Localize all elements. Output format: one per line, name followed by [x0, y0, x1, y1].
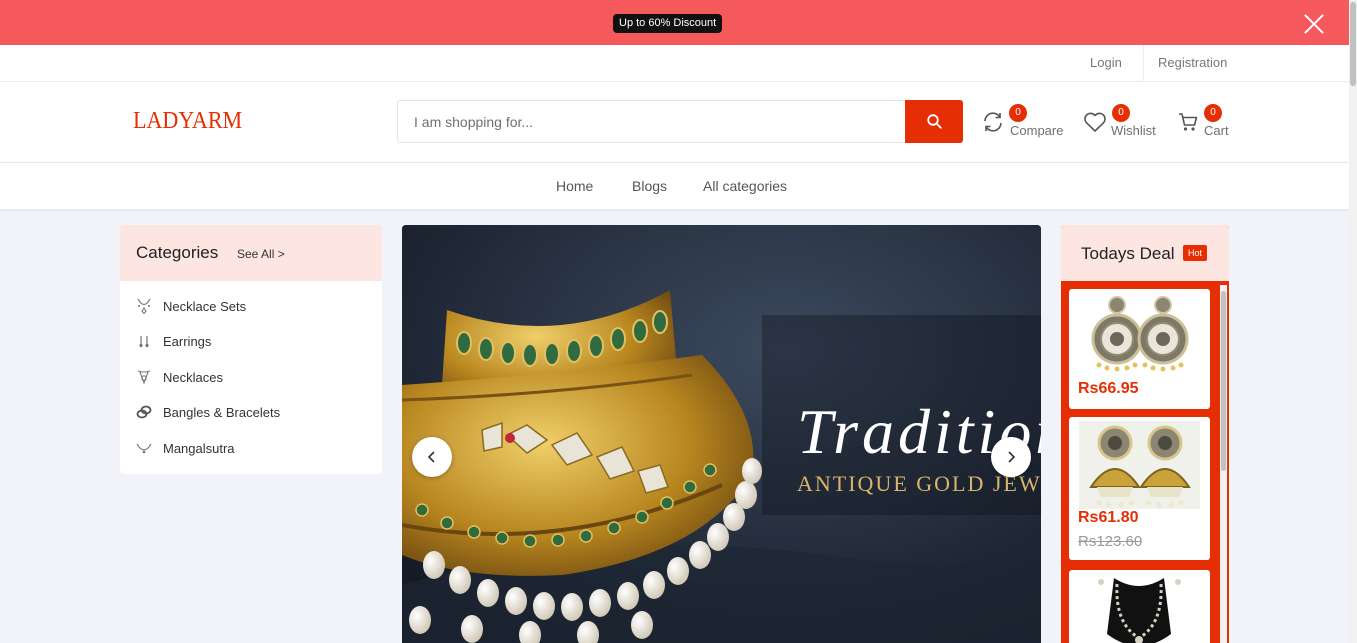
todays-deal-header: Todays Deal Hot	[1061, 225, 1229, 281]
compare-button[interactable]: 0 Compare	[982, 102, 1072, 142]
deal-scrollbar-thumb[interactable]	[1221, 291, 1226, 471]
registration-link[interactable]: Registration	[1143, 45, 1227, 81]
hero-slider[interactable]: Tradition ANTIQUE GOLD JEWELLERY	[402, 225, 1041, 643]
deal-old-price: Rs123.60	[1078, 533, 1143, 550]
product-image-jhumka-earrings	[1079, 421, 1200, 509]
site-header: LADYARM 0 Compare 0 Wishlist 0 Cart	[0, 82, 1349, 163]
cart-count-badge: 0	[1204, 104, 1222, 122]
promo-banner[interactable]: Up to 60% Discount	[0, 0, 1349, 45]
search-icon	[927, 114, 942, 129]
nav-all-categories[interactable]: All categories	[703, 163, 787, 209]
mangalsutra-icon	[136, 443, 152, 454]
compare-count-badge: 0	[1009, 104, 1027, 122]
deal-price: Rs61.80	[1078, 509, 1139, 526]
chevron-right-icon	[1008, 451, 1016, 463]
category-label: Necklace Sets	[163, 299, 247, 314]
see-all-link[interactable]: See All >	[237, 247, 285, 261]
product-image-earrings	[1079, 293, 1200, 377]
search-button[interactable]	[905, 100, 963, 143]
page-scrollbar-thumb[interactable]	[1350, 2, 1356, 86]
nav-home[interactable]: Home	[556, 163, 593, 209]
necklace-icon	[137, 370, 151, 385]
wishlist-button[interactable]: 0 Wishlist	[1083, 102, 1163, 142]
search-input[interactable]	[398, 101, 907, 142]
category-item-mangalsutra[interactable]: Mangalsutra	[120, 433, 382, 463]
promo-discount-text: Up to 60% Discount	[613, 14, 723, 33]
category-label: Earrings	[163, 334, 212, 349]
chevron-left-icon	[427, 451, 435, 463]
categories-panel: Categories See All > Necklace Sets Earri…	[120, 225, 382, 474]
categories-title: Categories	[136, 243, 219, 262]
close-icon[interactable]	[1301, 11, 1327, 37]
top-links-bar: Login Registration	[0, 45, 1349, 82]
product-image-necklace	[1079, 574, 1200, 643]
logo[interactable]: LADYARM	[133, 108, 242, 135]
earrings-icon	[139, 336, 149, 348]
cart-label: Cart	[1204, 123, 1229, 138]
deal-product-card[interactable]	[1069, 570, 1210, 643]
slider-next-button[interactable]	[991, 437, 1031, 477]
cart-button[interactable]: 0 Cart	[1177, 102, 1237, 142]
wishlist-count-badge: 0	[1112, 104, 1130, 122]
category-item-necklace-sets[interactable]: Necklace Sets	[120, 291, 382, 321]
cart-icon	[1179, 113, 1198, 131]
compare-label: Compare	[1010, 123, 1064, 138]
bangles-icon	[136, 405, 152, 419]
todays-deal-title: Todays Deal	[1081, 244, 1175, 263]
deal-product-card[interactable]: Rs61.80 Rs123.60	[1069, 417, 1210, 560]
main-nav: Home Blogs All categories	[0, 163, 1349, 209]
deal-scrollbar[interactable]	[1220, 285, 1227, 643]
wishlist-label: Wishlist	[1111, 123, 1156, 138]
category-label: Mangalsutra	[163, 441, 235, 456]
search-box	[397, 100, 907, 143]
category-item-necklaces[interactable]: Necklaces	[120, 362, 382, 392]
categories-header: Categories See All >	[120, 225, 382, 281]
category-item-earrings[interactable]: Earrings	[120, 326, 382, 356]
category-label: Necklaces	[163, 370, 223, 385]
deal-price: Rs66.95	[1078, 380, 1139, 397]
necklace-set-icon	[137, 298, 151, 314]
nav-blogs[interactable]: Blogs	[632, 163, 667, 209]
category-label: Bangles & Bracelets	[163, 405, 281, 420]
slider-prev-button[interactable]	[412, 437, 452, 477]
category-item-bangles-bracelets[interactable]: Bangles & Bracelets	[120, 397, 382, 427]
deal-product-card[interactable]: Rs66.95	[1069, 289, 1210, 409]
hot-badge: Hot	[1183, 245, 1208, 261]
compare-icon	[984, 112, 1002, 132]
page-scrollbar[interactable]	[1349, 0, 1357, 643]
heart-icon	[1084, 112, 1106, 132]
todays-deal-panel: Todays Deal Hot Rs66.95 Rs61.80 Rs123.60	[1061, 225, 1229, 643]
login-link[interactable]: Login	[1090, 45, 1122, 81]
